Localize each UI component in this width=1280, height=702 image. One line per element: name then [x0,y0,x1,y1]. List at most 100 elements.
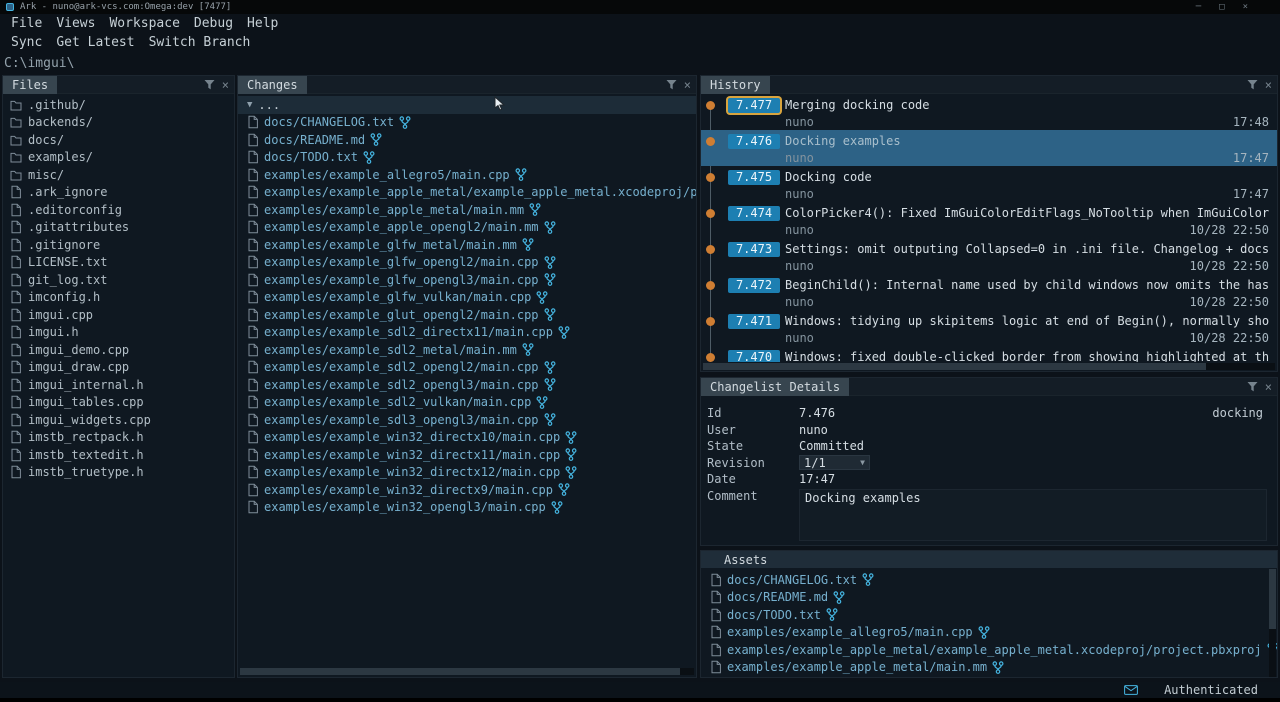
filter-icon[interactable] [666,79,677,90]
asset-row[interactable]: docs/TODO.txt [701,606,1277,624]
changed-file-row[interactable]: examples/example_win32_directx10/main.cp… [238,429,696,447]
file-row[interactable]: docs/ [3,131,234,149]
details-panel-tab[interactable]: Changelist Details [701,378,849,396]
changed-file-row[interactable]: examples/example_sdl2_opengl3/main.cpp [238,376,696,394]
files-panel-tab[interactable]: Files [3,76,57,94]
close-icon[interactable]: × [1265,79,1272,91]
field-value: Committed [799,439,864,453]
changes-root-row[interactable]: ▼ ... [238,96,696,114]
changed-file-row[interactable]: examples/example_sdl2_directx11/main.cpp [238,324,696,342]
changed-file-row[interactable]: examples/example_win32_opengl3/main.cpp [238,499,696,517]
asset-row[interactable]: examples/example_apple_metal/main.mm [701,659,1277,677]
horizontal-scrollbar[interactable] [240,668,694,675]
toolbar-button[interactable]: Sync [4,35,49,50]
changed-file-row[interactable]: examples/example_allegro5/main.cpp [238,166,696,184]
file-row[interactable]: imgui_internal.h [3,376,234,394]
scrollbar-thumb[interactable] [1269,569,1276,629]
vertical-scrollbar[interactable] [1269,569,1276,677]
minimize-button[interactable]: ─ [1196,2,1201,12]
changeset-title: Settings: omit outputing Collapsed=0 in … [785,241,1277,258]
asset-row[interactable]: docs/CHANGELOG.txt [701,571,1277,589]
file-row[interactable]: imstb_truetype.h [3,464,234,482]
maximize-button[interactable]: □ [1219,2,1224,12]
filter-icon[interactable] [1247,79,1258,90]
field-label: Date [707,472,799,486]
history-row[interactable]: 7.471 Windows: tidying up skipitems logi… [701,310,1277,346]
changed-file-row[interactable]: examples/example_sdl2_vulkan/main.cpp [238,394,696,412]
history-row[interactable]: 7.473 Settings: omit outputing Collapsed… [701,238,1277,274]
changed-file-row[interactable]: docs/TODO.txt [238,149,696,167]
changeset-marker [706,173,715,182]
file-row[interactable]: imconfig.h [3,289,234,307]
close-button[interactable]: × [1243,2,1248,12]
filter-icon[interactable] [1247,381,1258,392]
menu-item[interactable]: Workspace [102,16,186,31]
close-icon[interactable]: × [222,79,229,91]
file-row[interactable]: .github/ [3,96,234,114]
toolbar-button[interactable]: Get Latest [49,35,141,50]
changed-file-row[interactable]: examples/example_glut_opengl2/main.cpp [238,306,696,324]
file-row[interactable]: .gitignore [3,236,234,254]
history-row[interactable]: 7.476 Docking examples nuno 17:47 [701,130,1277,166]
file-row[interactable]: misc/ [3,166,234,184]
toolbar-button[interactable]: Switch Branch [142,35,258,50]
menu-item[interactable]: Debug [187,16,240,31]
changed-file-row[interactable]: examples/example_win32_directx9/main.cpp [238,481,696,499]
changed-file-row[interactable]: examples/example_sdl3_opengl3/main.cpp [238,411,696,429]
asset-row[interactable]: docs/README.md [701,589,1277,607]
file-row[interactable]: .gitattributes [3,219,234,237]
changed-file-row[interactable]: docs/CHANGELOG.txt [238,114,696,132]
file-row[interactable]: backends/ [3,114,234,132]
assets-header[interactable]: Assets [701,551,1277,568]
changed-file-row[interactable]: examples/example_glfw_opengl2/main.cpp [238,254,696,272]
changed-file-row[interactable]: examples/example_win32_directx12/main.cp… [238,464,696,482]
scrollbar-thumb[interactable] [240,668,680,675]
comment-input[interactable]: Docking examples [799,489,1267,541]
scrollbar-thumb[interactable] [703,363,1206,370]
file-row[interactable]: imgui_widgets.cpp [3,411,234,429]
file-row[interactable]: imstb_textedit.h [3,446,234,464]
history-panel-tab[interactable]: History [701,76,770,94]
file-row[interactable]: imgui_tables.cpp [3,394,234,412]
changed-file-row[interactable]: examples/example_win32_directx11/main.cp… [238,446,696,464]
changed-file-row[interactable]: examples/example_glfw_vulkan/main.cpp [238,289,696,307]
revision-dropdown[interactable]: 1/1 ▼ [799,455,870,470]
history-row[interactable]: 7.474 ColorPicker4(): Fixed ImGuiColorEd… [701,202,1277,238]
horizontal-scrollbar[interactable] [703,363,1275,370]
file-row[interactable]: .ark_ignore [3,184,234,202]
menu-item[interactable]: Help [240,16,285,31]
filter-icon[interactable] [204,79,215,90]
history-row[interactable]: 7.470 Windows: fixed double-clicked bord… [701,346,1277,362]
file-row[interactable]: imgui_demo.cpp [3,341,234,359]
changed-file-row[interactable]: examples/example_glfw_metal/main.mm [238,236,696,254]
file-row[interactable]: git_log.txt [3,271,234,289]
changed-file-row[interactable]: examples/example_glfw_opengl3/main.cpp [238,271,696,289]
menu-item[interactable]: Views [49,16,102,31]
changed-file-row[interactable]: examples/example_apple_opengl2/main.mm [238,219,696,237]
asset-row[interactable]: examples/example_allegro5/main.cpp [701,624,1277,642]
file-row[interactable]: examples/ [3,149,234,167]
file-row[interactable]: LICENSE.txt [3,254,234,272]
asset-row[interactable]: examples/example_apple_metal/example_app… [701,641,1277,659]
app-window: Ark - nuno@ark-vcs.com:Omega:dev [7477] … [0,0,1280,698]
history-row[interactable]: 7.472 BeginChild(): Internal name used b… [701,274,1277,310]
file-row[interactable]: imstb_rectpack.h [3,429,234,447]
file-row[interactable]: imgui.cpp [3,306,234,324]
changed-file-row[interactable]: examples/example_sdl2_metal/main.mm [238,341,696,359]
file-row[interactable]: imgui.h [3,324,234,342]
file-icon [10,448,22,462]
close-icon[interactable]: × [1265,381,1272,393]
close-icon[interactable]: × [684,79,691,91]
changes-panel-tab[interactable]: Changes [238,76,307,94]
history-row[interactable]: 7.475 Docking code nuno 17:47 [701,166,1277,202]
menu-item[interactable]: File [4,16,49,31]
file-row[interactable]: imgui_draw.cpp [3,359,234,377]
file-row[interactable]: .editorconfig [3,201,234,219]
changed-file-row[interactable]: examples/example_sdl2_opengl2/main.cpp [238,359,696,377]
expander-icon[interactable]: ▼ [247,100,252,110]
changed-file-row[interactable]: examples/example_apple_metal/main.mm [238,201,696,219]
changed-file-row[interactable]: examples/example_apple_metal/example_app… [238,184,696,202]
changed-file-row[interactable]: docs/README.md [238,131,696,149]
file-icon [10,185,22,199]
history-row[interactable]: 7.477 Merging docking code nuno 17:48 [701,94,1277,130]
